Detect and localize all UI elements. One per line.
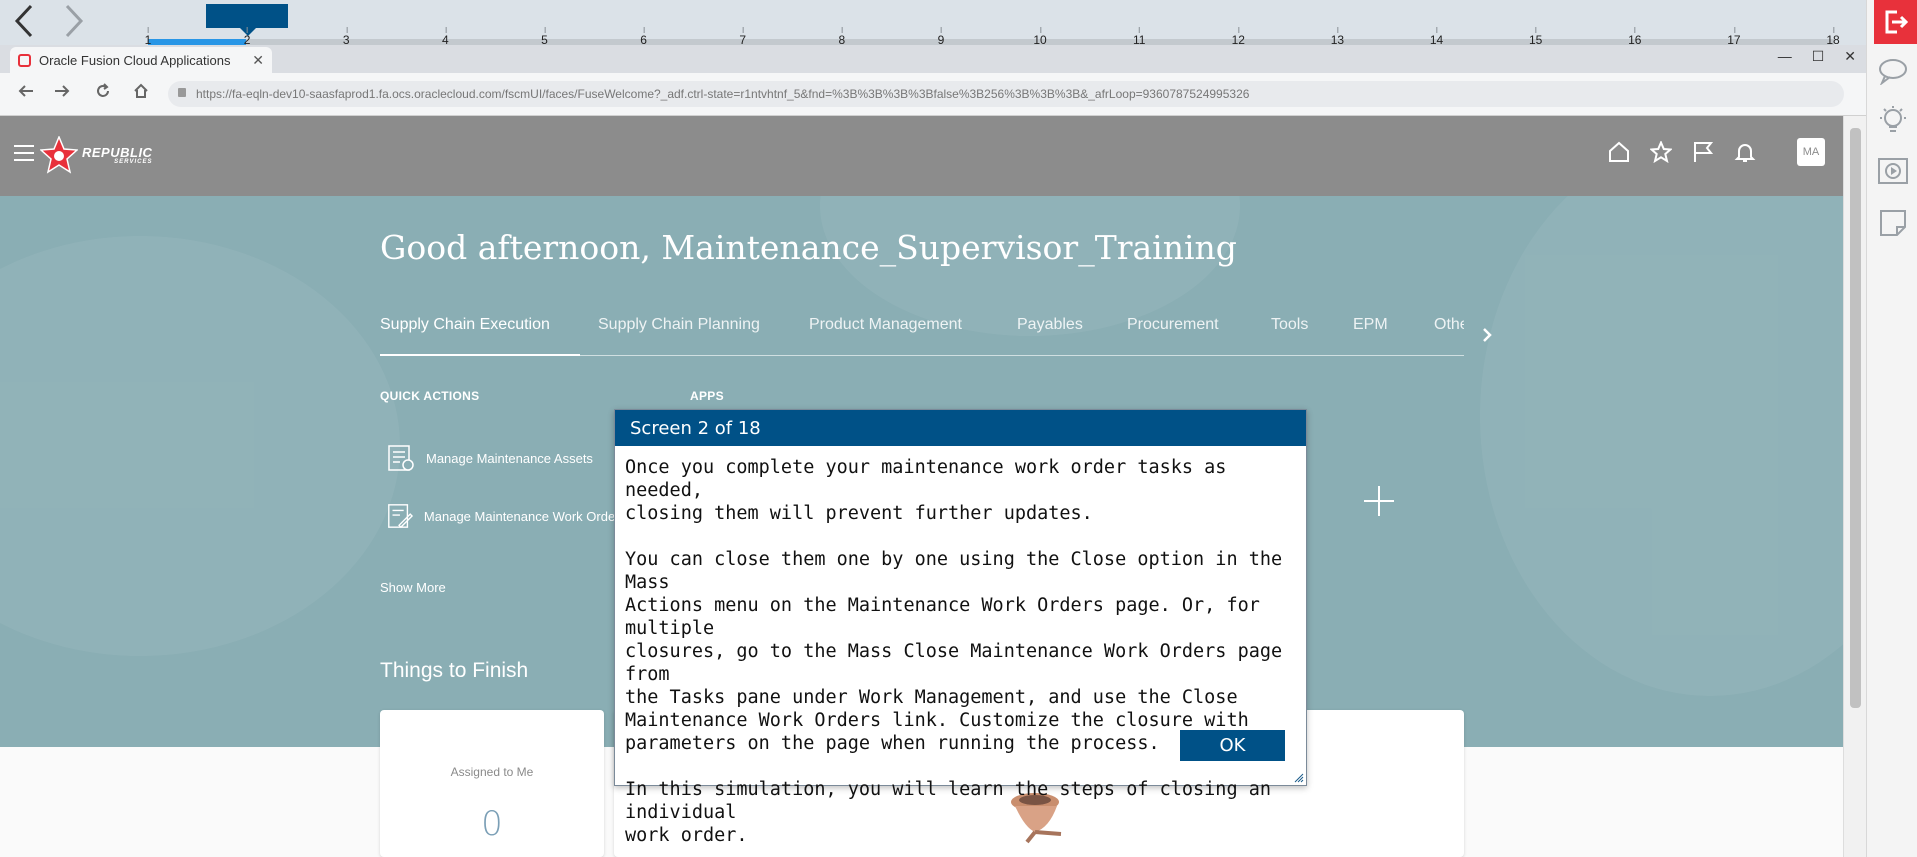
home-icon [1609,141,1629,162]
page-scrollbar[interactable] [1843,116,1866,857]
current-screen-marker [206,4,288,36]
video-button[interactable] [1876,154,1910,188]
republic-services-logo[interactable]: REPUBLIC SERVICES [40,136,152,174]
chevron-right-icon [65,4,84,38]
quick-action-manage-maintenance-assets[interactable]: Manage Maintenance Assets [386,443,593,473]
assigned-to-me-card[interactable]: Assigned to Me 0 [380,710,604,857]
dialog-body: Once you complete your maintenance work … [615,446,1306,847]
tab-product-management[interactable]: Product Management [809,316,962,334]
springboard-tabs: Supply Chain Execution Supply Chain Plan… [380,310,1464,340]
navigator-menu-icon[interactable] [14,145,34,161]
speech-bubble-icon [1879,59,1907,85]
chevron-left-icon [14,4,33,38]
notes-button[interactable] [1876,206,1910,240]
background-shape [0,236,400,656]
exit-simulation-button[interactable] [1874,0,1917,44]
previous-screen-button[interactable] [4,2,44,40]
lock-icon [178,88,186,97]
dialog-paragraph-2: You can close them one by one using the … [625,549,1283,754]
logo-text-republic: REPUBLIC [82,144,153,160]
home-icon [134,83,148,98]
simulation-tools-sidebar [1866,0,1917,857]
maximize-window-button[interactable]: ☐ [1812,48,1825,65]
lightbulb-icon [1880,106,1906,132]
bell-icon [1734,144,1756,162]
minimize-window-button[interactable]: — [1778,48,1792,65]
oracle-favicon-icon [18,53,31,67]
quick-action-label: Manage Maintenance Assets [426,450,593,466]
window-controls: — ☐ ✕ [1778,48,1856,65]
home-button[interactable] [1607,140,1631,164]
browser-tab[interactable]: Oracle Fusion Cloud Applications ✕ [10,47,272,73]
assigned-to-me-count: 0 [481,804,503,844]
tabs-divider [580,355,1464,356]
greeting-heading: Good afternoon, Maintenance_Supervisor_T… [380,228,1237,267]
exit-icon [1885,10,1909,34]
browser-tab-bar: Oracle Fusion Cloud Applications ✕ — ☐ ✕ [0,45,1866,73]
background-shape [1480,196,1843,696]
chevron-right-icon [1483,328,1492,342]
global-header-icons: MA [1607,138,1825,166]
work-order-icon [388,504,414,529]
reload-icon [97,83,109,97]
close-tab-icon[interactable]: ✕ [252,52,264,69]
url-text: https://fa-eqln-dev10-saasfaprod1.fa.ocs… [196,87,1250,101]
address-bar: https://fa-eqln-dev10-saasfaprod1.fa.ocs… [0,73,1866,116]
tab-supply-chain-execution[interactable]: Supply Chain Execution [380,316,550,334]
close-window-button[interactable]: ✕ [1844,48,1856,65]
arrow-right-icon [55,85,70,97]
asset-list-icon [388,445,414,471]
hint-button[interactable] [1876,104,1910,138]
dialog-paragraph-1: Once you complete your maintenance work … [625,457,1227,524]
tab-epm[interactable]: EPM [1353,316,1388,334]
browser-back-button[interactable] [14,83,38,104]
arrow-left-icon [18,85,33,97]
user-avatar[interactable]: MA [1797,138,1825,166]
note-icon [1880,210,1906,236]
simulation-nav-bar: 1 2 3 4 5 6 7 8 9 10 11 12 13 14 15 16 17 18 [0,0,1866,47]
favorites-button[interactable] [1649,140,1673,164]
tab-supply-chain-planning[interactable]: Supply Chain Planning [598,316,760,334]
ok-button[interactable]: OK [1180,730,1285,761]
browser-forward-button[interactable] [50,83,74,104]
resize-grip-icon[interactable] [1294,773,1304,783]
quick-actions-heading: QUICK ACTIONS [380,389,480,403]
star-icon [1650,141,1672,163]
browser-tab-title: Oracle Fusion Cloud Applications [39,52,231,68]
comment-button[interactable] [1876,54,1910,88]
url-field[interactable]: https://fa-eqln-dev10-saasfaprod1.fa.ocs… [168,81,1844,107]
dialog-title: Screen 2 of 18 [615,410,1306,446]
star-logo-icon [40,136,78,174]
tab-procurement[interactable]: Procurement [1127,316,1219,334]
app-header: REPUBLIC SERVICES MA [0,116,1843,196]
things-to-finish-heading: Things to Finish [380,659,529,682]
add-app-icon[interactable] [1362,484,1396,518]
next-screen-button[interactable] [54,2,94,40]
quick-action-label: Manage Maintenance Work Orders [423,508,626,524]
notifications-button[interactable] [1733,140,1757,164]
assigned-to-me-label: Assigned to Me [450,765,534,779]
browser-home-button[interactable] [129,83,153,104]
tour-step-dialog: Screen 2 of 18 Once you complete your ma… [614,409,1307,846]
tabs-scroll-right-button[interactable] [1478,326,1496,344]
apps-heading: APPS [690,389,724,403]
active-tab-underline [380,354,580,356]
tab-tools[interactable]: Tools [1271,316,1308,334]
watchlist-button[interactable] [1691,140,1715,164]
show-more-link[interactable]: Show More [380,580,446,595]
tab-others[interactable]: Others [1434,316,1464,334]
flag-icon [1694,142,1714,162]
video-play-icon [1878,158,1908,184]
browser-reload-button[interactable] [91,83,115,104]
dialog-paragraph-3: In this simulation, you will learn the s… [625,779,1272,846]
scrollbar-thumb[interactable] [1850,128,1861,708]
quick-action-manage-maintenance-work-orders[interactable]: Manage Maintenance Work Orders [386,501,626,531]
tab-payables[interactable]: Payables [1017,316,1083,334]
